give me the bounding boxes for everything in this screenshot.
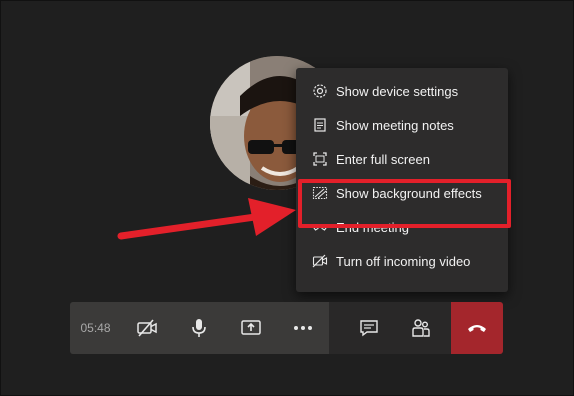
share-screen-icon xyxy=(241,320,261,335)
menu-item-label: Turn off incoming video xyxy=(336,253,471,269)
call-toolbar: 05:48 xyxy=(70,302,503,354)
call-timer: 05:48 xyxy=(70,302,121,354)
menu-item-label: Show background effects xyxy=(336,185,482,201)
background-effects-icon xyxy=(312,185,328,201)
menu-item-full-screen[interactable]: Enter full screen xyxy=(296,142,508,176)
hang-up-button[interactable] xyxy=(451,302,503,354)
meeting-controls xyxy=(343,302,503,354)
hang-up-icon xyxy=(468,325,486,332)
end-meeting-icon xyxy=(312,219,328,235)
more-options-menu: Show device settings Show meeting notes … xyxy=(296,68,508,292)
more-options-icon xyxy=(294,326,312,330)
camera-off-icon xyxy=(137,319,157,337)
share-screen-button[interactable] xyxy=(225,302,277,354)
microphone-button[interactable] xyxy=(173,302,225,354)
menu-item-end-meeting[interactable]: End meeting xyxy=(296,210,508,244)
notes-icon xyxy=(312,117,328,133)
menu-item-label: End meeting xyxy=(336,219,409,235)
participants-button[interactable] xyxy=(395,302,447,354)
video-off-icon xyxy=(312,253,328,269)
menu-item-label: Enter full screen xyxy=(336,151,430,167)
menu-item-background-effects[interactable]: Show background effects xyxy=(296,176,508,210)
menu-item-label: Show meeting notes xyxy=(336,117,454,133)
microphone-icon xyxy=(192,319,206,337)
chat-icon xyxy=(360,320,378,337)
menu-item-device-settings[interactable]: Show device settings xyxy=(296,74,508,108)
more-options-button[interactable] xyxy=(277,302,329,354)
menu-item-turn-off-video[interactable]: Turn off incoming video xyxy=(296,244,508,278)
participants-icon xyxy=(412,319,430,337)
gear-icon xyxy=(312,83,328,99)
menu-item-label: Show device settings xyxy=(336,83,459,99)
fullscreen-icon xyxy=(312,151,328,167)
camera-toggle-button[interactable] xyxy=(121,302,173,354)
chat-button[interactable] xyxy=(343,302,395,354)
menu-item-meeting-notes[interactable]: Show meeting notes xyxy=(296,108,508,142)
media-controls xyxy=(121,302,329,354)
